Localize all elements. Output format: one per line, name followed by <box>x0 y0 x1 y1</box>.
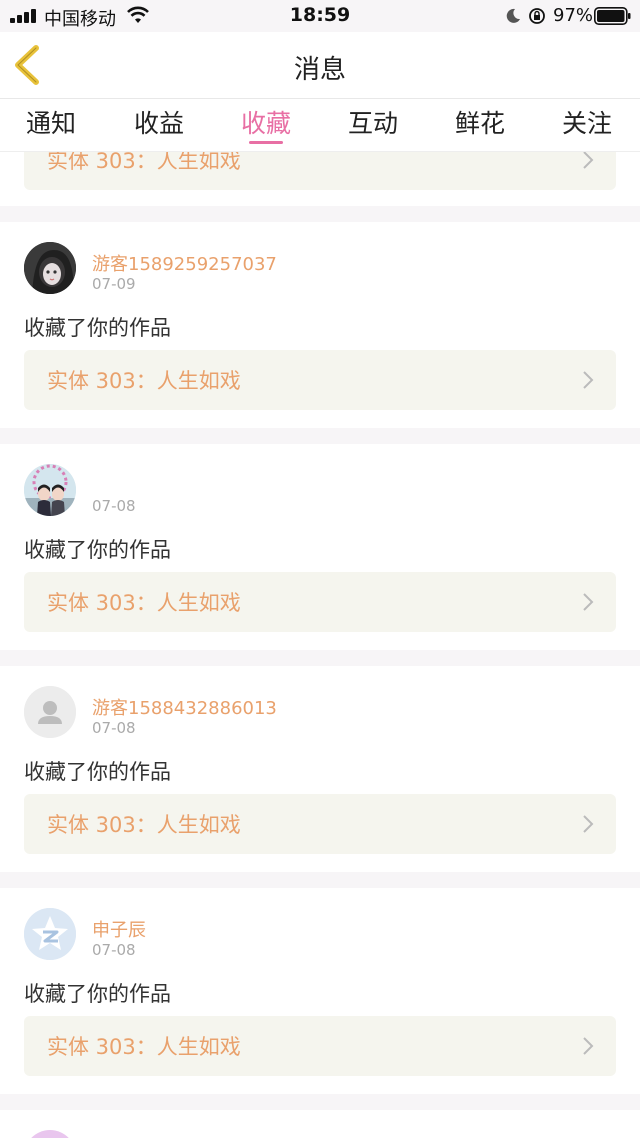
status-bar: 中国移动 18:59 97% <box>0 0 640 32</box>
tab-interactions[interactable]: 互动 <box>348 104 398 140</box>
username[interactable]: 游客1588432886013 <box>92 694 277 720</box>
user-photo <box>24 464 76 516</box>
work-title: 实体 303：人生如戏 <box>47 369 241 393</box>
work-title: 实体 303：人生如戏 <box>47 591 241 615</box>
chevron-right-icon <box>583 815 594 833</box>
work-link[interactable]: 实体 303：人生如戏 <box>24 1016 616 1076</box>
work-link[interactable]: 实体 303：人生如戏 <box>24 572 616 632</box>
username[interactable]: 游客1589259257037 <box>92 250 277 276</box>
tab-earnings[interactable]: 收益 <box>134 104 184 140</box>
tab-notifications[interactable]: 通知 <box>26 104 76 140</box>
avatar[interactable] <box>24 908 76 960</box>
rotation-lock-icon <box>529 8 545 24</box>
tab-follows[interactable]: 关注 <box>562 104 612 140</box>
timestamp: 07-08 <box>92 497 136 515</box>
list-item[interactable]: 游客1588432886013 07-08 收藏了你的作品 实体 303：人生如… <box>0 666 640 872</box>
chevron-right-icon <box>583 152 594 169</box>
work-title: 实体 303：人生如戏 <box>47 152 241 173</box>
avatar[interactable] <box>24 464 76 516</box>
work-title: 实体 303：人生如戏 <box>47 1035 241 1059</box>
chevron-right-icon <box>583 1037 594 1055</box>
nav-bar: 消息 <box>0 32 640 98</box>
tab-favorites[interactable]: 收藏 <box>241 104 291 140</box>
avatar[interactable] <box>24 1130 76 1138</box>
work-link[interactable]: 实体 303：人生如戏 <box>24 794 616 854</box>
favorites-list[interactable]: 实体 303：人生如戏 游客1589259257037 07-09 收藏了你的作… <box>0 152 640 1138</box>
action-text: 收藏了你的作品 <box>24 316 171 340</box>
timestamp: 07-08 <box>92 719 136 737</box>
timestamp: 07-08 <box>92 941 136 959</box>
default-person-icon <box>24 686 76 738</box>
list-item[interactable]: 实体 303：人生如戏 <box>0 152 640 206</box>
battery-percent: 97% <box>553 5 594 26</box>
work-link[interactable]: 实体 303：人生如戏 <box>24 350 616 410</box>
list-item[interactable]: 游客1589259257037 07-09 收藏了你的作品 实体 303：人生如… <box>0 222 640 428</box>
username[interactable]: 申子辰 <box>92 916 146 942</box>
work-title: 实体 303：人生如戏 <box>47 813 241 837</box>
list-item[interactable]: 申子辰 07-08 收藏了你的作品 实体 303：人生如戏 <box>0 888 640 1094</box>
chevron-right-icon <box>583 371 594 389</box>
tab-bar: 通知 收益 收藏 互动 鲜花 关注 <box>0 98 640 152</box>
list-item[interactable] <box>0 1110 640 1138</box>
action-text: 收藏了你的作品 <box>24 760 171 784</box>
battery-icon <box>594 7 631 25</box>
page-title: 消息 <box>293 55 346 85</box>
active-tab-indicator <box>249 141 283 144</box>
timestamp: 07-09 <box>92 275 136 293</box>
tab-flowers[interactable]: 鲜花 <box>455 104 505 140</box>
action-text: 收藏了你的作品 <box>24 982 171 1006</box>
avatar[interactable] <box>24 686 76 738</box>
moon-icon <box>506 8 520 23</box>
action-text: 收藏了你的作品 <box>24 538 171 562</box>
avatar[interactable] <box>24 242 76 294</box>
chevron-right-icon <box>583 593 594 611</box>
qzone-icon <box>24 908 76 960</box>
user-photo <box>24 242 76 294</box>
work-link[interactable]: 实体 303：人生如戏 <box>24 152 616 190</box>
list-item[interactable]: 07-08 收藏了你的作品 实体 303：人生如戏 <box>0 444 640 650</box>
